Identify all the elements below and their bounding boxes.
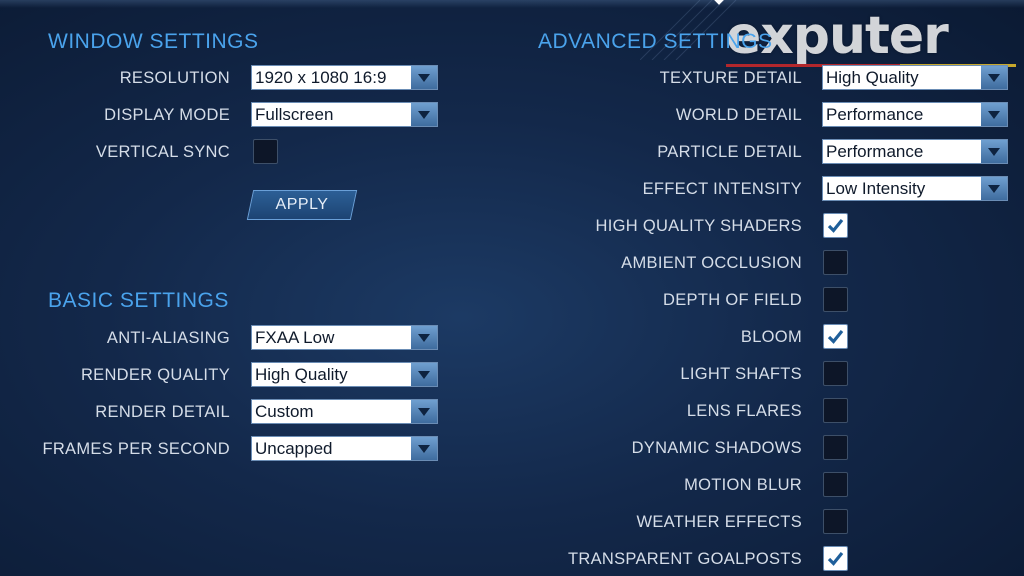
world-detail-row: WORLD DETAIL Performance xyxy=(0,101,1010,129)
effect-intensity-label: EFFECT INTENSITY xyxy=(642,180,802,198)
motion-blur-row: MOTION BLUR xyxy=(0,471,1010,499)
transparent-goalposts-label: TRANSPARENT GOALPOSTS xyxy=(568,550,802,568)
depth-of-field-row: DEPTH OF FIELD xyxy=(0,286,1010,314)
dynamic-shadows-checkbox[interactable] xyxy=(823,435,848,460)
texture-detail-dropdown[interactable]: High Quality xyxy=(822,65,1008,90)
depth-of-field-label: DEPTH OF FIELD xyxy=(663,291,802,309)
motion-blur-label: MOTION BLUR xyxy=(684,476,802,494)
texture-detail-label: TEXTURE DETAIL xyxy=(659,69,802,87)
particle-detail-dropdown[interactable]: Performance xyxy=(822,139,1008,164)
chevron-down-icon[interactable] xyxy=(981,177,1007,200)
lens-flares-label: LENS FLARES xyxy=(686,402,802,420)
chevron-down-icon[interactable] xyxy=(981,66,1007,89)
bloom-checkbox[interactable] xyxy=(823,324,848,349)
transparent-goalposts-checkbox[interactable] xyxy=(823,546,848,571)
depth-of-field-checkbox[interactable] xyxy=(823,287,848,312)
bloom-label: BLOOM xyxy=(740,328,802,346)
world-detail-value: Performance xyxy=(826,105,924,124)
lens-flares-row: LENS FLARES xyxy=(0,397,1010,425)
dynamic-shadows-label: DYNAMIC SHADOWS xyxy=(631,439,802,457)
weather-effects-label: WEATHER EFFECTS xyxy=(636,513,802,531)
light-shafts-label: LIGHT SHAFTS xyxy=(680,365,802,383)
dynamic-shadows-row: DYNAMIC SHADOWS xyxy=(0,434,1010,462)
motion-blur-checkbox[interactable] xyxy=(823,472,848,497)
light-shafts-row: LIGHT SHAFTS xyxy=(0,360,1010,388)
chevron-down-icon[interactable] xyxy=(981,103,1007,126)
high-quality-shaders-checkbox[interactable] xyxy=(823,213,848,238)
bloom-row: BLOOM xyxy=(0,323,1010,351)
high-quality-shaders-row: HIGH QUALITY SHADERS xyxy=(0,212,1010,240)
world-detail-dropdown[interactable]: Performance xyxy=(822,102,1008,127)
ambient-occlusion-checkbox[interactable] xyxy=(823,250,848,275)
texture-detail-value: High Quality xyxy=(826,68,919,87)
transparent-goalposts-row: TRANSPARENT GOALPOSTS xyxy=(0,545,1010,573)
particle-detail-value: Performance xyxy=(826,142,924,161)
advanced-settings-title: ADVANCED SETTINGS xyxy=(538,30,773,53)
effect-intensity-row: EFFECT INTENSITY Low Intensity xyxy=(0,175,1010,203)
high-quality-shaders-label: HIGH QUALITY SHADERS xyxy=(595,217,802,235)
weather-effects-checkbox[interactable] xyxy=(823,509,848,534)
ambient-occlusion-row: AMBIENT OCCLUSION xyxy=(0,249,1010,277)
light-shafts-checkbox[interactable] xyxy=(823,361,848,386)
effect-intensity-value: Low Intensity xyxy=(826,179,926,198)
lens-flares-checkbox[interactable] xyxy=(823,398,848,423)
checkmark-icon xyxy=(827,218,844,233)
checkmark-icon xyxy=(827,551,844,566)
particle-detail-label: PARTICLE DETAIL xyxy=(657,143,802,161)
world-detail-label: WORLD DETAIL xyxy=(675,106,802,124)
weather-effects-row: WEATHER EFFECTS xyxy=(0,508,1010,536)
texture-detail-row: TEXTURE DETAIL High Quality xyxy=(0,64,1010,92)
chevron-down-icon[interactable] xyxy=(981,140,1007,163)
checkmark-icon xyxy=(827,329,844,344)
effect-intensity-dropdown[interactable]: Low Intensity xyxy=(822,176,1008,201)
ambient-occlusion-label: AMBIENT OCCLUSION xyxy=(621,254,802,272)
particle-detail-row: PARTICLE DETAIL Performance xyxy=(0,138,1010,166)
window-settings-title: WINDOW SETTINGS xyxy=(48,30,259,53)
